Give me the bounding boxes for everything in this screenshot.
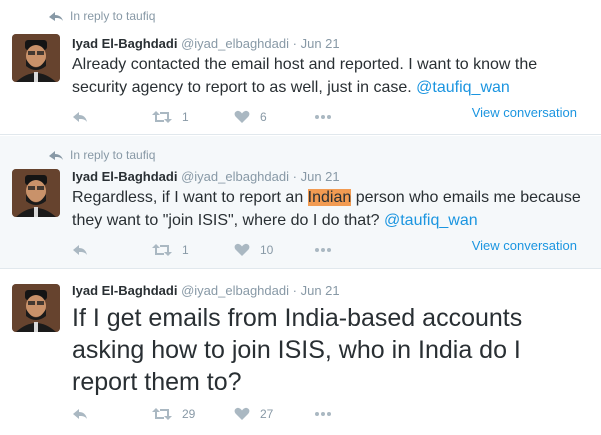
- reply-context-label: In reply to taufiq: [70, 148, 156, 162]
- like-count: 27: [260, 407, 274, 421]
- tweet-text: If I get emails from India-based account…: [72, 304, 523, 396]
- timestamp[interactable]: Jun 21: [301, 169, 340, 184]
- tweet-feed: In reply to taufiq Iyad El-Baghdadi @iya…: [0, 0, 601, 435]
- tweet-2[interactable]: In reply to taufiq Iyad El-Baghdadi @iya…: [0, 136, 601, 269]
- heart-icon: [234, 243, 250, 256]
- tweet-3[interactable]: Iyad El-Baghdadi @iyad_elbaghdadi · Jun …: [0, 270, 601, 435]
- timestamp[interactable]: Jun 21: [301, 283, 340, 298]
- avatar[interactable]: [12, 169, 60, 217]
- username[interactable]: @iyad_elbaghdadi: [181, 36, 289, 51]
- reply-context[interactable]: In reply to taufiq: [48, 9, 155, 23]
- retweet-count: 1: [182, 243, 189, 257]
- username[interactable]: @iyad_elbaghdadi: [181, 169, 289, 184]
- more-icon: [315, 115, 331, 119]
- fullname[interactable]: Iyad El-Baghdadi: [72, 169, 177, 184]
- tweet-actions: 29 27: [72, 407, 332, 421]
- avatar-image: [12, 284, 60, 332]
- reply-button[interactable]: [72, 110, 152, 124]
- view-conversation-link[interactable]: View conversation: [472, 105, 577, 120]
- reply-icon: [73, 245, 87, 255]
- like-count: 10: [260, 243, 274, 257]
- like-button[interactable]: 6: [234, 110, 314, 124]
- avatar[interactable]: [12, 284, 60, 332]
- like-count: 6: [260, 110, 267, 124]
- separator: ·: [292, 169, 297, 184]
- tweet-actions: 1 10: [72, 243, 332, 257]
- separator: ·: [292, 36, 297, 51]
- heart-icon: [234, 110, 250, 123]
- avatar[interactable]: [12, 34, 60, 82]
- search-highlight: Indian: [307, 189, 352, 206]
- more-button[interactable]: [314, 411, 332, 417]
- retweet-icon: [152, 244, 172, 256]
- like-button[interactable]: 27: [234, 407, 314, 421]
- reply-context[interactable]: In reply to taufiq: [48, 148, 155, 162]
- reply-arrow-icon: [49, 151, 63, 160]
- reply-button[interactable]: [72, 243, 152, 257]
- tweet-header: Iyad El-Baghdadi @iyad_elbaghdadi · Jun …: [72, 169, 340, 184]
- tweet-actions: 1 6: [72, 110, 332, 124]
- separator: ·: [292, 283, 297, 298]
- tweet-text-body: Regardless, if I want to report an: [72, 189, 308, 206]
- retweet-icon: [152, 408, 172, 420]
- tweet-header: Iyad El-Baghdadi @iyad_elbaghdadi · Jun …: [72, 36, 340, 51]
- heart-icon: [234, 407, 250, 420]
- timestamp[interactable]: Jun 21: [301, 36, 340, 51]
- avatar-image: [12, 169, 60, 217]
- more-icon: [315, 248, 331, 252]
- retweet-count: 1: [182, 110, 189, 124]
- fullname[interactable]: Iyad El-Baghdadi: [72, 36, 177, 51]
- tweet-text: Regardless, if I want to report an India…: [72, 186, 592, 232]
- retweet-button[interactable]: 1: [152, 110, 234, 124]
- tweet-header: Iyad El-Baghdadi @iyad_elbaghdadi · Jun …: [72, 283, 340, 298]
- mention-link[interactable]: @taufiq_wan: [416, 79, 510, 96]
- tweet-1[interactable]: In reply to taufiq Iyad El-Baghdadi @iya…: [0, 0, 601, 135]
- tweet-text: Already contacted the email host and rep…: [72, 53, 592, 99]
- retweet-count: 29: [182, 407, 196, 421]
- like-button[interactable]: 10: [234, 243, 314, 257]
- reply-arrow-icon: [49, 12, 63, 21]
- more-icon: [315, 412, 331, 416]
- retweet-icon: [152, 111, 172, 123]
- reply-button[interactable]: [72, 407, 152, 421]
- retweet-button[interactable]: 29: [152, 407, 234, 421]
- reply-context-label: In reply to taufiq: [70, 9, 156, 23]
- more-button[interactable]: [314, 247, 332, 253]
- fullname[interactable]: Iyad El-Baghdadi: [72, 283, 177, 298]
- reply-icon: [73, 409, 87, 419]
- retweet-button[interactable]: 1: [152, 243, 234, 257]
- reply-icon: [73, 112, 87, 122]
- view-conversation-link[interactable]: View conversation: [472, 238, 577, 253]
- avatar-image: [12, 34, 60, 82]
- more-button[interactable]: [314, 114, 332, 120]
- username[interactable]: @iyad_elbaghdadi: [181, 283, 289, 298]
- mention-link[interactable]: @taufiq_wan: [384, 212, 478, 229]
